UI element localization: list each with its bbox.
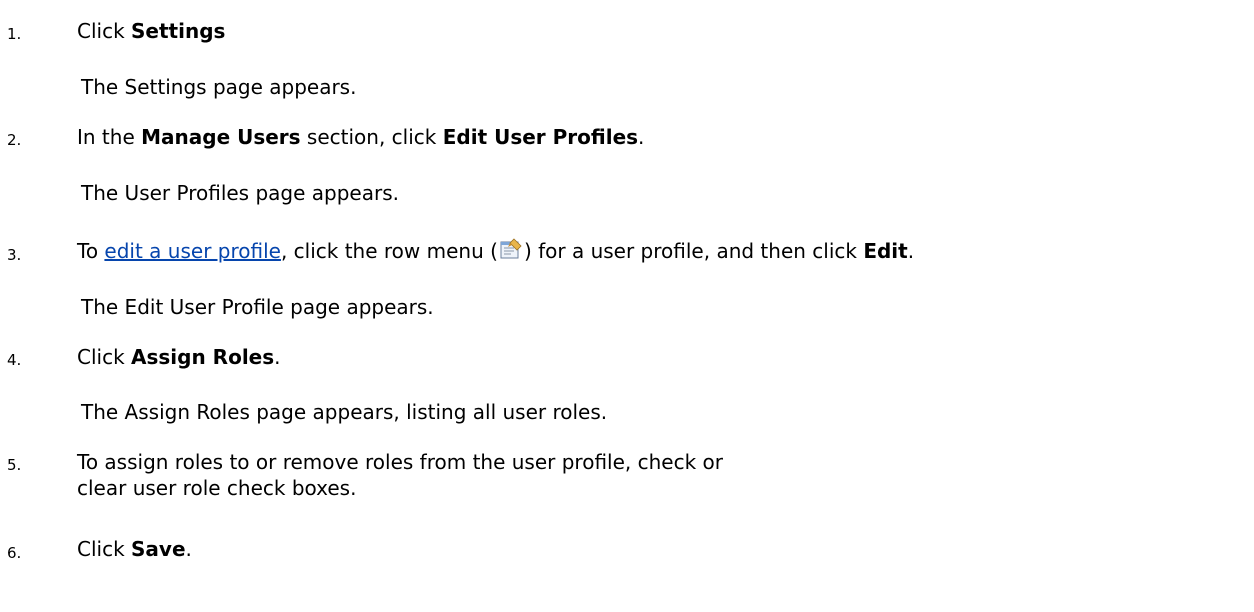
step-number: 2. (7, 131, 22, 149)
step-number: 5. (7, 456, 22, 474)
step-instruction: Click Save. (77, 537, 192, 561)
ui-term-edit-user-profiles: Edit User Profiles (442, 125, 639, 149)
step-number: 4. (7, 351, 22, 369)
ui-term-assign-roles: Assign Roles (131, 345, 275, 369)
step-result: The Edit User Profile page appears. (81, 295, 434, 319)
ui-term-settings: Settings (131, 19, 226, 43)
step-result: The Assign Roles page appears, listing a… (81, 400, 608, 424)
step-instruction: To edit a user profile, click the row me… (77, 238, 915, 263)
step-instruction: To assign roles to or remove roles from … (77, 450, 723, 500)
step-number: 6. (7, 544, 22, 562)
step-instruction: Click Assign Roles. (77, 345, 281, 369)
step-result: The User Profiles page appears. (81, 181, 399, 205)
ui-term-manage-users: Manage Users (141, 125, 301, 149)
step-instruction: Click Settings (77, 19, 226, 43)
step-result: The Settings page appears. (81, 75, 357, 99)
step-number: 1. (7, 25, 22, 43)
edit-user-profile-link[interactable]: edit a user profile (104, 239, 281, 263)
ui-term-save: Save (131, 537, 186, 561)
row-menu-icon (499, 238, 523, 260)
ui-term-edit: Edit (863, 239, 908, 263)
step-instruction: In the Manage Users section, click Edit … (77, 125, 645, 149)
step-number: 3. (7, 246, 22, 264)
